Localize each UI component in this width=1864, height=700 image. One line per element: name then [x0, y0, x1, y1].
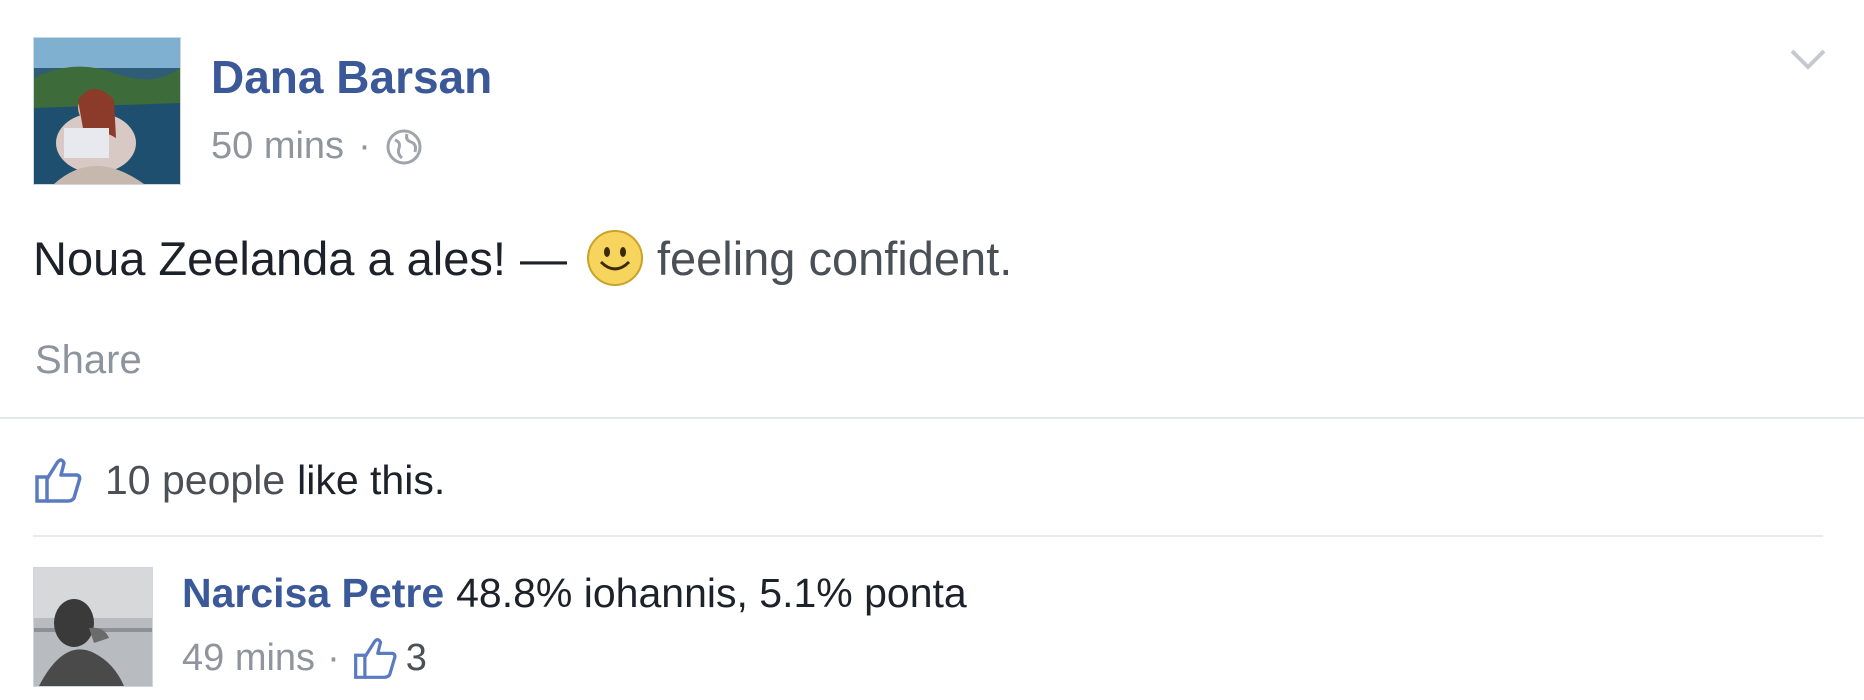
- post-text: Noua Zeelanda a ales!: [33, 231, 506, 285]
- author-avatar[interactable]: [33, 37, 181, 185]
- likes-divider: [33, 535, 1823, 537]
- post-timestamp[interactable]: 50 mins: [211, 125, 344, 168]
- feeling-dash: —: [519, 231, 567, 285]
- facebook-post: Dana Barsan 50 mins · Noua Zeelanda a al…: [0, 0, 1864, 700]
- post-body: Noua Zeelanda a ales! — feeling confiden…: [33, 228, 1012, 288]
- likes-suffix: like this.: [297, 456, 446, 503]
- author-name[interactable]: Dana Barsan: [211, 50, 492, 104]
- thumbs-up-icon: [35, 458, 82, 503]
- globe-icon[interactable]: [385, 128, 423, 166]
- comment-meta: 49 mins · 3: [182, 635, 427, 681]
- comment-body: Narcisa Petre 48.8% iohannis, 5.1% ponta: [182, 570, 967, 617]
- comment-like-icon[interactable]: [352, 635, 398, 681]
- post-meta: 50 mins ·: [211, 125, 423, 168]
- commenter-avatar[interactable]: [33, 567, 153, 687]
- post-divider: [0, 417, 1864, 419]
- comment-meta-separator: ·: [327, 636, 340, 679]
- chevron-down-icon[interactable]: [1788, 45, 1828, 73]
- comment-text: 48.8% iohannis, 5.1% ponta: [456, 570, 967, 616]
- comment-timestamp[interactable]: 49 mins: [182, 637, 315, 680]
- comment-like-count[interactable]: 3: [406, 637, 427, 680]
- share-link[interactable]: Share: [35, 338, 142, 383]
- feeling-label: feeling confident.: [656, 231, 1013, 285]
- likes-people-link[interactable]: 10 people: [105, 457, 285, 504]
- likes-summary: 10 people like this.: [33, 455, 445, 505]
- comment-author[interactable]: Narcisa Petre: [182, 570, 444, 616]
- meta-separator: ·: [358, 125, 371, 167]
- smiley-icon: [586, 230, 643, 286]
